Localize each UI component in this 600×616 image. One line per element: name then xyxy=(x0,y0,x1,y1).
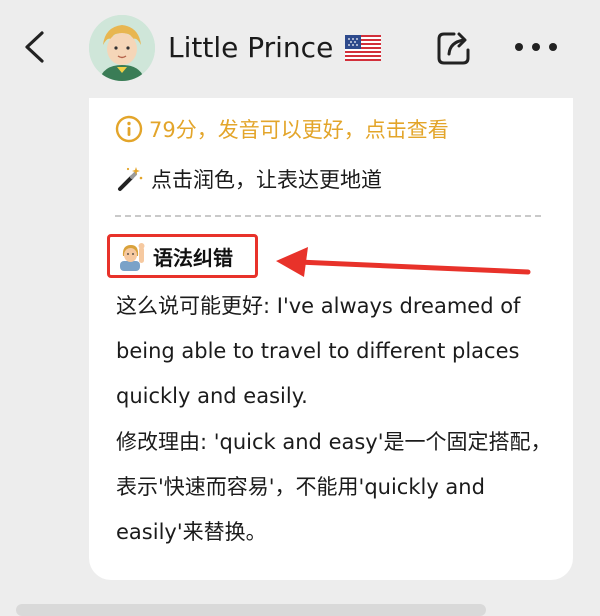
correction-suggestion: 这么说可能更好: I've always dreamed of being ab… xyxy=(116,294,521,408)
red-arrow-annotation xyxy=(276,247,531,277)
share-icon[interactable] xyxy=(434,28,474,68)
pronunciation-score-row[interactable]: 79分，发音可以更好，点击查看 xyxy=(115,114,449,144)
info-icon xyxy=(115,115,143,143)
grammar-correction-heading: 语法纠错 xyxy=(107,234,258,278)
polish-expression-row[interactable]: 点击润色，让表达更地道 xyxy=(115,164,382,194)
contact-name: Little Prince xyxy=(168,31,334,64)
us-flag-icon xyxy=(345,35,381,61)
bottom-edge xyxy=(16,604,486,616)
correction-reason: 修改理由: 'quick and easy'是一个固定搭配，表示'快速而容易'，… xyxy=(116,430,552,544)
pronunciation-score-text: 79分，发音可以更好，点击查看 xyxy=(149,118,449,142)
magic-wand-icon xyxy=(118,167,143,191)
more-dots-icon[interactable] xyxy=(514,40,558,54)
polish-expression-text: 点击润色，让表达更地道 xyxy=(151,168,382,192)
chat-header: Little Prince xyxy=(0,0,600,100)
grammar-correction-title: 语法纠错 xyxy=(153,245,233,270)
avatar[interactable] xyxy=(89,15,155,81)
teacher-raising-hand-icon xyxy=(120,243,145,271)
divider xyxy=(115,215,541,217)
message-card: 79分，发音可以更好，点击查看 点击润色，让表达更地道 语法纠错 这么说可能更好… xyxy=(89,98,573,580)
chevron-left-icon[interactable] xyxy=(20,30,48,64)
